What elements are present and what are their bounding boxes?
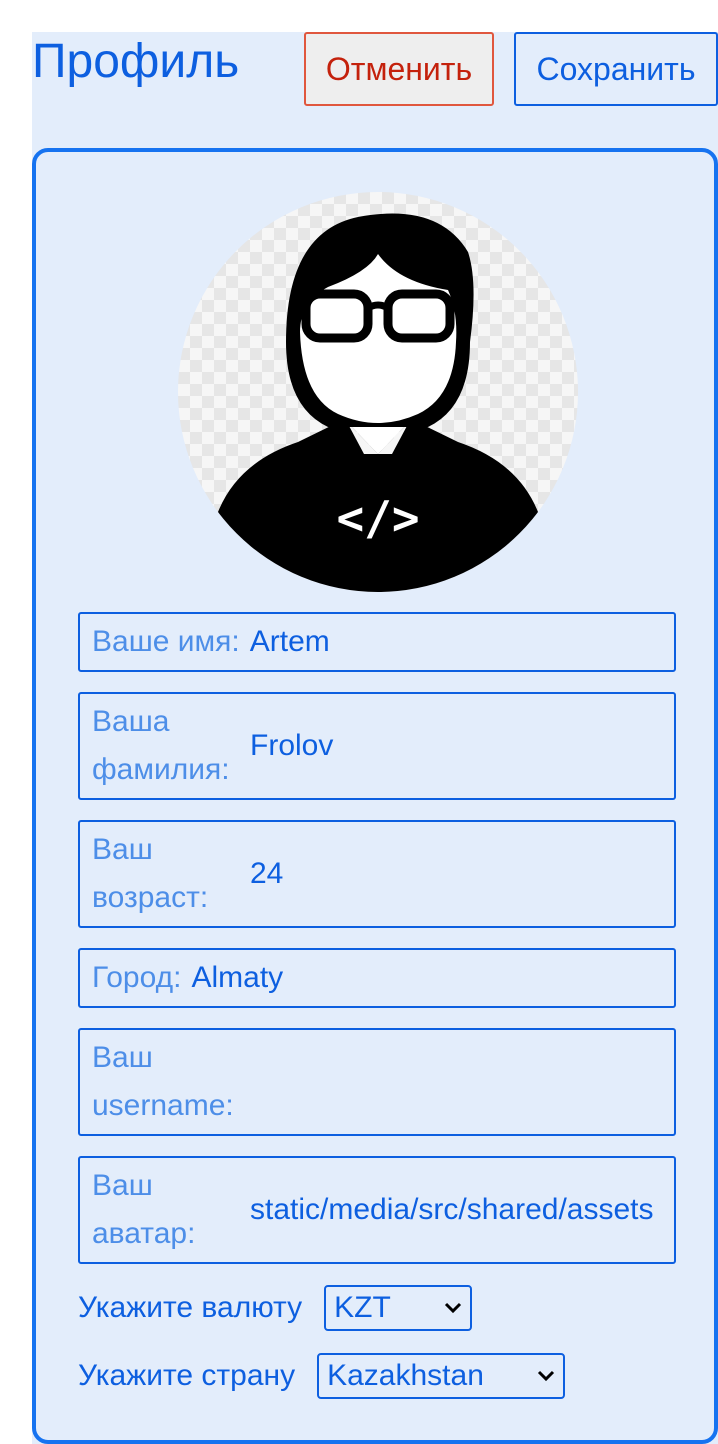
age-value[interactable]: 24 (250, 850, 662, 898)
page-title: Профиль (32, 35, 240, 88)
cancel-button[interactable]: Отменить (304, 32, 494, 106)
avatar-path-value[interactable]: static/media/src/shared/assets (250, 1186, 662, 1234)
avatar[interactable]: </> (178, 192, 578, 592)
profile-card: </> Ваше имя: Artem Ваша фамилия: Frolov… (32, 148, 718, 1444)
save-button[interactable]: Сохранить (514, 32, 718, 106)
city-value[interactable]: Almaty (181, 954, 662, 1002)
code-badge: </> (336, 491, 419, 545)
country-row: Укажите страну Kazakhstan (78, 1352, 566, 1400)
username-field[interactable]: Ваш username: (78, 1028, 676, 1136)
currency-row: Укажите валюту KZT (78, 1284, 473, 1332)
surname-field[interactable]: Ваша фамилия: Frolov (78, 692, 676, 800)
city-label: Город: (92, 961, 182, 994)
name-field[interactable]: Ваше имя: Artem (78, 612, 676, 672)
age-label: Ваш возраст: (92, 833, 209, 914)
name-value[interactable]: Artem (240, 618, 662, 666)
avatar-path-field[interactable]: Ваш аватар: static/media/src/shared/asse… (78, 1156, 676, 1264)
city-field[interactable]: Город: Almaty (78, 948, 676, 1008)
currency-selected-value: KZT (334, 1291, 391, 1324)
country-selected-value: Kazakhstan (327, 1359, 484, 1392)
surname-label: Ваша фамилия: (92, 705, 230, 786)
developer-avatar-icon: </> (198, 213, 558, 592)
chevron-down-icon (445, 1302, 462, 1314)
username-label: Ваш username: (92, 1041, 234, 1122)
country-select[interactable]: Kazakhstan (317, 1353, 566, 1399)
avatar-path-label: Ваш аватар: (92, 1169, 196, 1250)
age-field[interactable]: Ваш возраст: 24 (78, 820, 676, 928)
currency-label: Укажите валюту (78, 1291, 303, 1324)
surname-value[interactable]: Frolov (250, 722, 662, 770)
profile-page: Профиль Отменить Сохранить </> Ваше имя:… (32, 32, 718, 1444)
chevron-down-icon (538, 1370, 555, 1382)
country-label: Укажите страну (78, 1359, 296, 1392)
currency-select[interactable]: KZT (324, 1285, 473, 1331)
name-label: Ваше имя: (92, 625, 240, 658)
